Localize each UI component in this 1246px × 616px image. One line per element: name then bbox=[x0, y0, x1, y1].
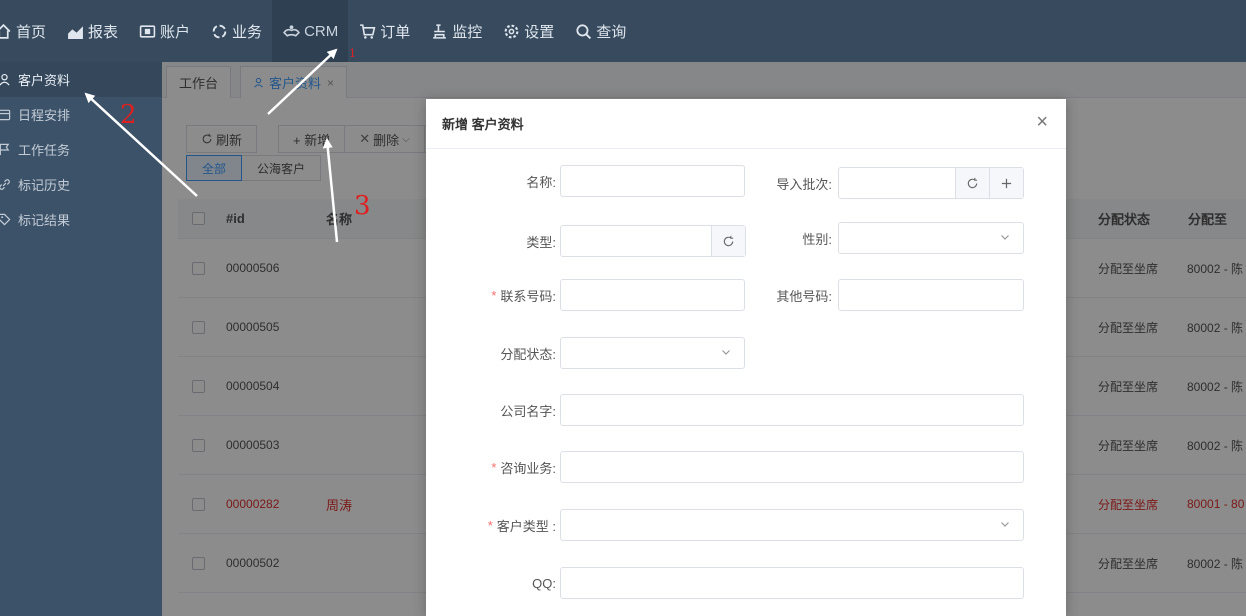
sidebar-item-schedule[interactable]: 日程安排 bbox=[0, 97, 162, 132]
nav-crm[interactable]: CRM bbox=[272, 0, 349, 62]
nav-reports-label: 报表 bbox=[88, 23, 119, 41]
nav-crm-label: CRM bbox=[304, 22, 339, 40]
sidebar-item-label: 标记历史 bbox=[18, 178, 71, 193]
tag-icon bbox=[0, 213, 12, 227]
flag-icon bbox=[0, 143, 12, 157]
label-consult-text: 咨询业务: bbox=[500, 460, 556, 476]
label-batch: 导入批次: bbox=[776, 176, 832, 192]
chart-icon bbox=[66, 22, 84, 40]
nav-query-label: 查询 bbox=[596, 23, 627, 41]
nav-settings[interactable]: 设置 bbox=[492, 0, 564, 62]
nav-monitor[interactable]: 监控 bbox=[420, 0, 492, 62]
nav-business[interactable]: 业务 bbox=[200, 0, 272, 62]
sidebar: 客户资料 日程安排 工作任务 标记历史 标记结果 bbox=[0, 62, 162, 616]
user-icon bbox=[0, 73, 12, 87]
label-cust-type: * 客户类型 : bbox=[466, 509, 556, 541]
annotation-number: 3 bbox=[354, 191, 371, 221]
refresh-icon[interactable] bbox=[711, 226, 745, 256]
sidebar-item-label: 客户资料 bbox=[18, 73, 71, 88]
nav-reports[interactable]: 报表 bbox=[56, 0, 128, 62]
account-icon bbox=[138, 22, 156, 40]
label-type: 类型: bbox=[526, 234, 556, 250]
name-field[interactable] bbox=[560, 165, 745, 197]
plus-icon[interactable] bbox=[989, 168, 1023, 198]
search-icon bbox=[574, 22, 592, 40]
chevron-down-icon bbox=[722, 350, 730, 355]
link-icon bbox=[0, 178, 12, 192]
refresh-icon[interactable] bbox=[955, 168, 989, 198]
dialog-title: 新增 客户资料 bbox=[426, 99, 1066, 149]
home-icon bbox=[0, 22, 12, 40]
label-other-phone: 其他号码: bbox=[776, 288, 832, 304]
nav-orders[interactable]: 订单 bbox=[348, 0, 420, 62]
phone-field[interactable] bbox=[560, 279, 745, 311]
label-gender: 性别: bbox=[802, 231, 832, 247]
sidebar-item-mark-result[interactable]: 标记结果 bbox=[0, 202, 162, 237]
close-icon[interactable]: × bbox=[1036, 112, 1048, 132]
nav-monitor-label: 监控 bbox=[452, 23, 483, 41]
nav-query[interactable]: 查询 bbox=[564, 0, 636, 62]
nav-orders-label: 订单 bbox=[380, 23, 411, 41]
chevron-down-icon bbox=[1001, 522, 1009, 527]
required-mark: * bbox=[491, 287, 497, 303]
qq-field[interactable] bbox=[560, 567, 1024, 599]
nav-business-label: 业务 bbox=[232, 23, 263, 41]
sidebar-item-mark-history[interactable]: 标记历史 bbox=[0, 167, 162, 202]
top-navigation: 首页 报表 账户 业务 CRM 订单 监控 设置 查询 bbox=[0, 0, 1246, 62]
annotation-number: 2 bbox=[120, 100, 137, 130]
sidebar-item-label: 工作任务 bbox=[18, 143, 71, 158]
gender-select[interactable] bbox=[838, 222, 1024, 254]
batch-field[interactable] bbox=[838, 167, 1024, 199]
nav-settings-label: 设置 bbox=[524, 23, 555, 41]
label-phone-text: 联系号码: bbox=[500, 288, 556, 304]
label-name: 名称: bbox=[526, 174, 556, 190]
required-mark: * bbox=[491, 459, 497, 475]
label-assign-status: 分配状态: bbox=[500, 346, 556, 362]
sidebar-item-label: 标记结果 bbox=[18, 213, 71, 228]
monitor-icon bbox=[430, 22, 448, 40]
annotation-number: 1 bbox=[349, 47, 356, 60]
calendar-icon bbox=[0, 108, 12, 122]
other-phone-field[interactable] bbox=[838, 279, 1024, 311]
handshake-icon bbox=[282, 22, 300, 40]
label-phone: * 联系号码: bbox=[466, 279, 556, 311]
label-qq: QQ: bbox=[532, 575, 556, 591]
required-mark: * bbox=[487, 517, 493, 533]
label-consult: * 咨询业务: bbox=[466, 451, 556, 483]
label-company: 公司名字: bbox=[500, 403, 556, 419]
consult-field[interactable] bbox=[560, 451, 1024, 483]
sidebar-item-customer[interactable]: 客户资料 bbox=[0, 62, 162, 97]
nav-account-label: 账户 bbox=[160, 23, 191, 41]
business-icon bbox=[210, 22, 228, 40]
type-field[interactable] bbox=[560, 225, 746, 257]
cart-icon bbox=[358, 22, 376, 40]
nav-home[interactable]: 首页 bbox=[0, 0, 56, 62]
chevron-down-icon bbox=[1001, 235, 1009, 240]
add-customer-dialog: 新增 客户资料 × 名称: 导入批次: 类型: 性别: * 联系号码: 其他号码… bbox=[426, 99, 1066, 616]
sidebar-item-label: 日程安排 bbox=[18, 108, 71, 123]
gear-icon bbox=[502, 22, 520, 40]
nav-account[interactable]: 账户 bbox=[128, 0, 200, 62]
company-field[interactable] bbox=[560, 394, 1024, 426]
label-cust-type-text: 客户类型 : bbox=[496, 518, 556, 534]
sidebar-item-tasks[interactable]: 工作任务 bbox=[0, 132, 162, 167]
nav-home-label: 首页 bbox=[16, 23, 47, 41]
assign-status-select[interactable] bbox=[560, 337, 745, 369]
customer-type-select[interactable] bbox=[560, 509, 1024, 541]
